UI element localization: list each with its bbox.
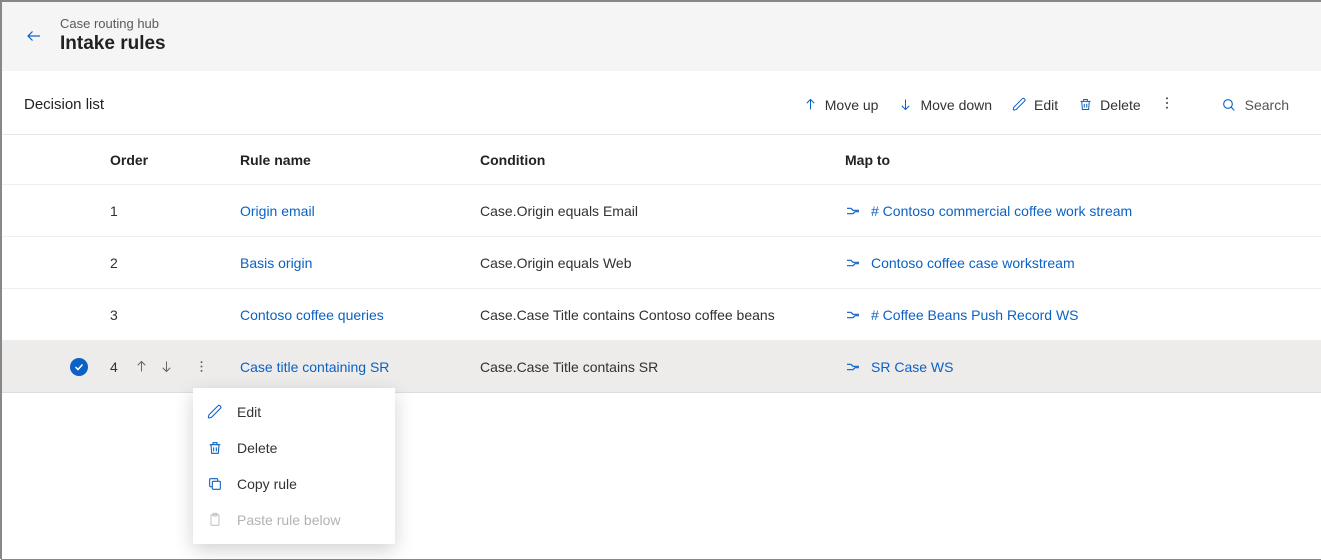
ctx-copy-label: Copy rule	[237, 476, 297, 492]
search-label: Search	[1245, 97, 1289, 113]
condition-text: Case.Case Title contains Contoso coffee …	[472, 307, 837, 323]
table-row[interactable]: 4 Case title containing SR Case.Case Tit…	[2, 341, 1321, 393]
search-button[interactable]: Search	[1211, 91, 1299, 119]
command-bar: Decision list Move up Move down Edit Del…	[2, 71, 1321, 134]
search-icon	[1221, 97, 1237, 113]
back-button[interactable]	[22, 24, 46, 48]
row-more-button[interactable]	[194, 359, 209, 374]
trash-icon	[207, 440, 225, 456]
condition-text: Case.Origin equals Email	[472, 203, 837, 219]
section-label: Decision list	[24, 96, 104, 113]
table-row[interactable]: 1 Origin email Case.Origin equals Email …	[2, 185, 1321, 237]
order-value: 3	[110, 307, 124, 323]
ctx-edit-label: Edit	[237, 404, 261, 420]
context-menu: Edit Delete Copy rule Paste rule below	[193, 388, 395, 544]
col-condition[interactable]: Condition	[472, 152, 837, 168]
order-value: 1	[110, 203, 124, 219]
workstream-icon	[845, 307, 861, 323]
rule-name-link[interactable]: Case title containing SR	[240, 359, 389, 375]
col-order[interactable]: Order	[102, 152, 232, 168]
delete-label: Delete	[1100, 97, 1140, 113]
header-text: Case routing hub Intake rules	[60, 16, 166, 55]
ctx-edit[interactable]: Edit	[193, 394, 395, 430]
edit-label: Edit	[1034, 97, 1058, 113]
move-down-button[interactable]: Move down	[888, 91, 1002, 119]
col-map-to[interactable]: Map to	[837, 152, 1297, 168]
workstream-icon	[845, 255, 861, 271]
row-move-down[interactable]	[159, 359, 174, 374]
move-down-label: Move down	[920, 97, 992, 113]
move-up-button[interactable]: Move up	[793, 91, 889, 119]
row-move-up[interactable]	[134, 359, 149, 374]
ctx-paste-rule-below: Paste rule below	[193, 502, 395, 538]
condition-text: Case.Case Title contains SR	[472, 359, 837, 375]
rule-name-link[interactable]: Origin email	[240, 203, 315, 219]
delete-button[interactable]: Delete	[1068, 91, 1150, 119]
page-header: Case routing hub Intake rules	[2, 2, 1321, 71]
col-rule-name[interactable]: Rule name	[232, 152, 472, 168]
page-title: Intake rules	[60, 33, 166, 55]
table-row[interactable]: 2 Basis origin Case.Origin equals Web Co…	[2, 237, 1321, 289]
workstream-icon	[845, 203, 861, 219]
trash-icon	[1078, 97, 1093, 112]
workstream-icon	[845, 359, 861, 375]
arrow-up-icon	[803, 97, 818, 112]
table-header: Order Rule name Condition Map to	[2, 135, 1321, 185]
decision-table: Order Rule name Condition Map to 1 Origi…	[2, 135, 1321, 393]
ctx-copy-rule[interactable]: Copy rule	[193, 466, 395, 502]
mapto-link[interactable]: Contoso coffee case workstream	[871, 255, 1075, 271]
ctx-delete[interactable]: Delete	[193, 430, 395, 466]
edit-button[interactable]: Edit	[1002, 91, 1068, 119]
mapto-link[interactable]: # Contoso commercial coffee work stream	[871, 203, 1132, 219]
mapto-link[interactable]: SR Case WS	[871, 359, 953, 375]
arrow-down-icon	[898, 97, 913, 112]
ctx-delete-label: Delete	[237, 440, 277, 456]
pencil-icon	[1012, 97, 1027, 112]
overflow-button[interactable]	[1151, 89, 1183, 120]
copy-icon	[207, 476, 225, 492]
rule-name-link[interactable]: Basis origin	[240, 255, 312, 271]
order-value: 2	[110, 255, 124, 271]
more-vertical-icon	[1159, 95, 1175, 111]
paste-icon	[207, 512, 225, 528]
table-row[interactable]: 3 Contoso coffee queries Case.Case Title…	[2, 289, 1321, 341]
arrow-left-icon	[25, 27, 43, 45]
ctx-paste-label: Paste rule below	[237, 512, 341, 528]
move-up-label: Move up	[825, 97, 879, 113]
order-value: 4	[110, 359, 124, 375]
breadcrumb[interactable]: Case routing hub	[60, 16, 166, 31]
rule-name-link[interactable]: Contoso coffee queries	[240, 307, 384, 323]
condition-text: Case.Origin equals Web	[472, 255, 837, 271]
pencil-icon	[207, 404, 225, 420]
row-selected-check[interactable]	[70, 358, 88, 376]
mapto-link[interactable]: # Coffee Beans Push Record WS	[871, 307, 1079, 323]
